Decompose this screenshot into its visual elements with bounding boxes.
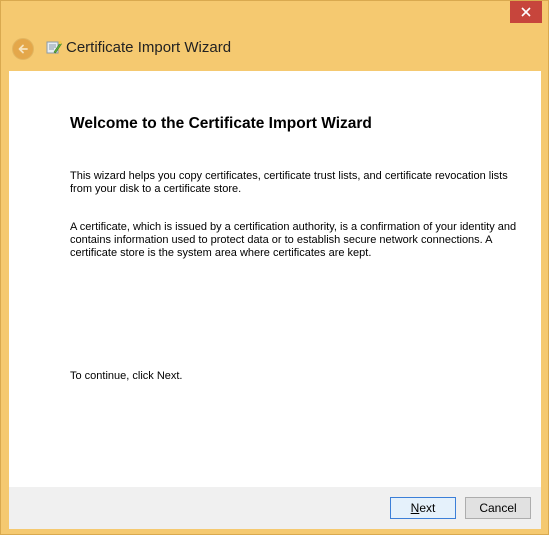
wizard-header: Certificate Import Wizard [1, 23, 548, 71]
continue-instruction: To continue, click Next. [70, 370, 183, 382]
intro-paragraph: This wizard helps you copy certificates,… [70, 170, 508, 195]
back-arrow-icon [18, 44, 28, 54]
cancel-button[interactable]: Cancel [465, 497, 531, 519]
next-button[interactable]: Next [390, 497, 456, 519]
page-title: Welcome to the Certificate Import Wizard [70, 115, 372, 132]
close-icon [521, 7, 531, 17]
window-title: Certificate Import Wizard [66, 39, 232, 56]
certificate-description-paragraph: A certificate, which is issued by a cert… [70, 221, 517, 259]
certificate-wizard-icon [46, 40, 62, 54]
wizard-content: Welcome to the Certificate Import Wizard… [9, 71, 541, 487]
wizard-window: Certificate Import Wizard Welcome to the… [0, 0, 549, 535]
wizard-footer: Next Cancel [9, 487, 541, 529]
close-button[interactable] [510, 1, 542, 23]
next-label-rest: ext [419, 501, 436, 515]
back-button[interactable] [12, 38, 34, 60]
